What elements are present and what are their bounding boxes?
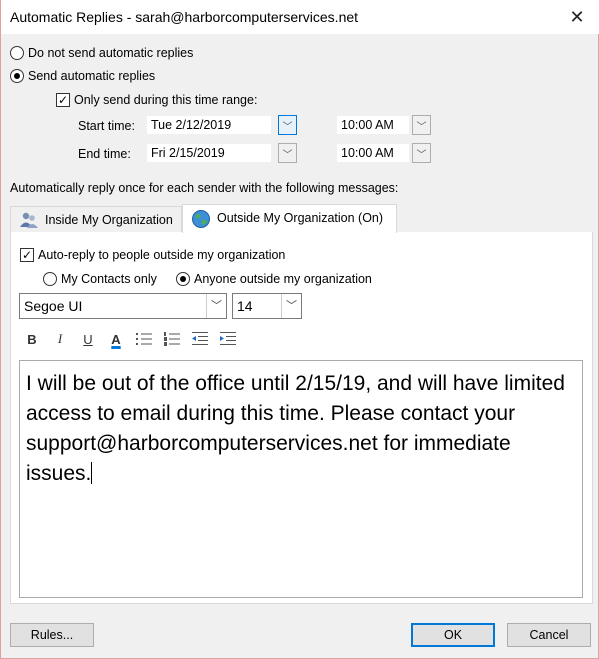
ok-button[interactable]: OK: [411, 623, 495, 647]
globe-icon: [191, 209, 211, 238]
italic-button[interactable]: I: [50, 329, 70, 349]
chevron-down-icon: ﹀: [416, 121, 427, 133]
decrease-indent-icon[interactable]: [190, 329, 210, 349]
chevron-down-icon: ﹀: [416, 149, 427, 161]
increase-indent-icon[interactable]: [218, 329, 238, 349]
start-time-label: Start time:: [78, 119, 135, 133]
font-name-value: Segoe UI: [24, 298, 83, 314]
anyone-outside-radio[interactable]: [176, 272, 190, 286]
start-date-field[interactable]: Tue 2/12/2019: [146, 115, 272, 135]
underline-button[interactable]: U: [78, 329, 98, 349]
tab-outside-organization[interactable]: Outside My Organization (On): [182, 204, 397, 233]
chevron-down-icon: ﹀: [282, 149, 293, 161]
font-color-button[interactable]: A: [106, 329, 126, 349]
start-time-dropdown[interactable]: ﹀: [412, 115, 431, 135]
do-not-send-label[interactable]: Do not send automatic replies: [28, 46, 193, 60]
start-time-field[interactable]: 10:00 AM: [336, 115, 410, 135]
end-date-dropdown[interactable]: ﹀: [278, 143, 297, 163]
end-date-field[interactable]: Fri 2/15/2019: [146, 143, 272, 163]
text-caret: [91, 462, 93, 484]
time-range-checkbox[interactable]: ✓: [56, 93, 70, 107]
time-range-label[interactable]: Only send during this time range:: [74, 93, 257, 107]
send-automatic-replies-radio[interactable]: [10, 69, 24, 83]
my-contacts-only-radio[interactable]: [43, 272, 57, 286]
my-contacts-only-label[interactable]: My Contacts only: [61, 272, 157, 286]
font-size-combo[interactable]: 14 ﹀: [232, 293, 302, 319]
bold-button[interactable]: B: [22, 329, 42, 349]
end-time-label: End time:: [78, 147, 131, 161]
automatic-replies-dialog: Automatic Replies - sarah@harborcomputer…: [0, 0, 599, 659]
numbering-icon[interactable]: [162, 329, 182, 349]
send-automatic-replies-label[interactable]: Send automatic replies: [28, 69, 155, 83]
window-title: Automatic Replies - sarah@harborcomputer…: [10, 9, 359, 25]
chevron-down-icon[interactable]: ﹀: [281, 294, 301, 318]
start-date-dropdown[interactable]: ﹀: [278, 115, 297, 135]
reply-once-text: Automatically reply once for each sender…: [10, 181, 399, 195]
tab-outside-label: Outside My Organization (On): [217, 211, 384, 225]
message-text: I will be out of the office until 2/15/1…: [26, 372, 565, 485]
end-time-dropdown[interactable]: ﹀: [412, 143, 431, 163]
end-time-field[interactable]: 10:00 AM: [336, 143, 410, 163]
message-editor[interactable]: I will be out of the office until 2/15/1…: [19, 360, 583, 598]
anyone-outside-label[interactable]: Anyone outside my organization: [194, 272, 372, 286]
chevron-down-icon[interactable]: ﹀: [206, 294, 226, 318]
rules-button[interactable]: Rules...: [10, 623, 94, 647]
auto-reply-outside-label[interactable]: Auto-reply to people outside my organiza…: [38, 248, 285, 262]
tab-inside-label: Inside My Organization: [45, 213, 173, 227]
title-bar: Automatic Replies - sarah@harborcomputer…: [1, 0, 599, 34]
chevron-down-icon: ﹀: [282, 121, 293, 133]
tab-inside-organization[interactable]: Inside My Organization: [10, 206, 182, 233]
close-icon[interactable]: ✕: [554, 0, 599, 34]
cancel-button[interactable]: Cancel: [507, 623, 591, 647]
font-size-value: 14: [237, 298, 253, 314]
font-name-combo[interactable]: Segoe UI ﹀: [19, 293, 227, 319]
bullets-icon[interactable]: [134, 329, 154, 349]
do-not-send-radio[interactable]: [10, 46, 24, 60]
auto-reply-outside-checkbox[interactable]: ✓: [20, 248, 34, 262]
